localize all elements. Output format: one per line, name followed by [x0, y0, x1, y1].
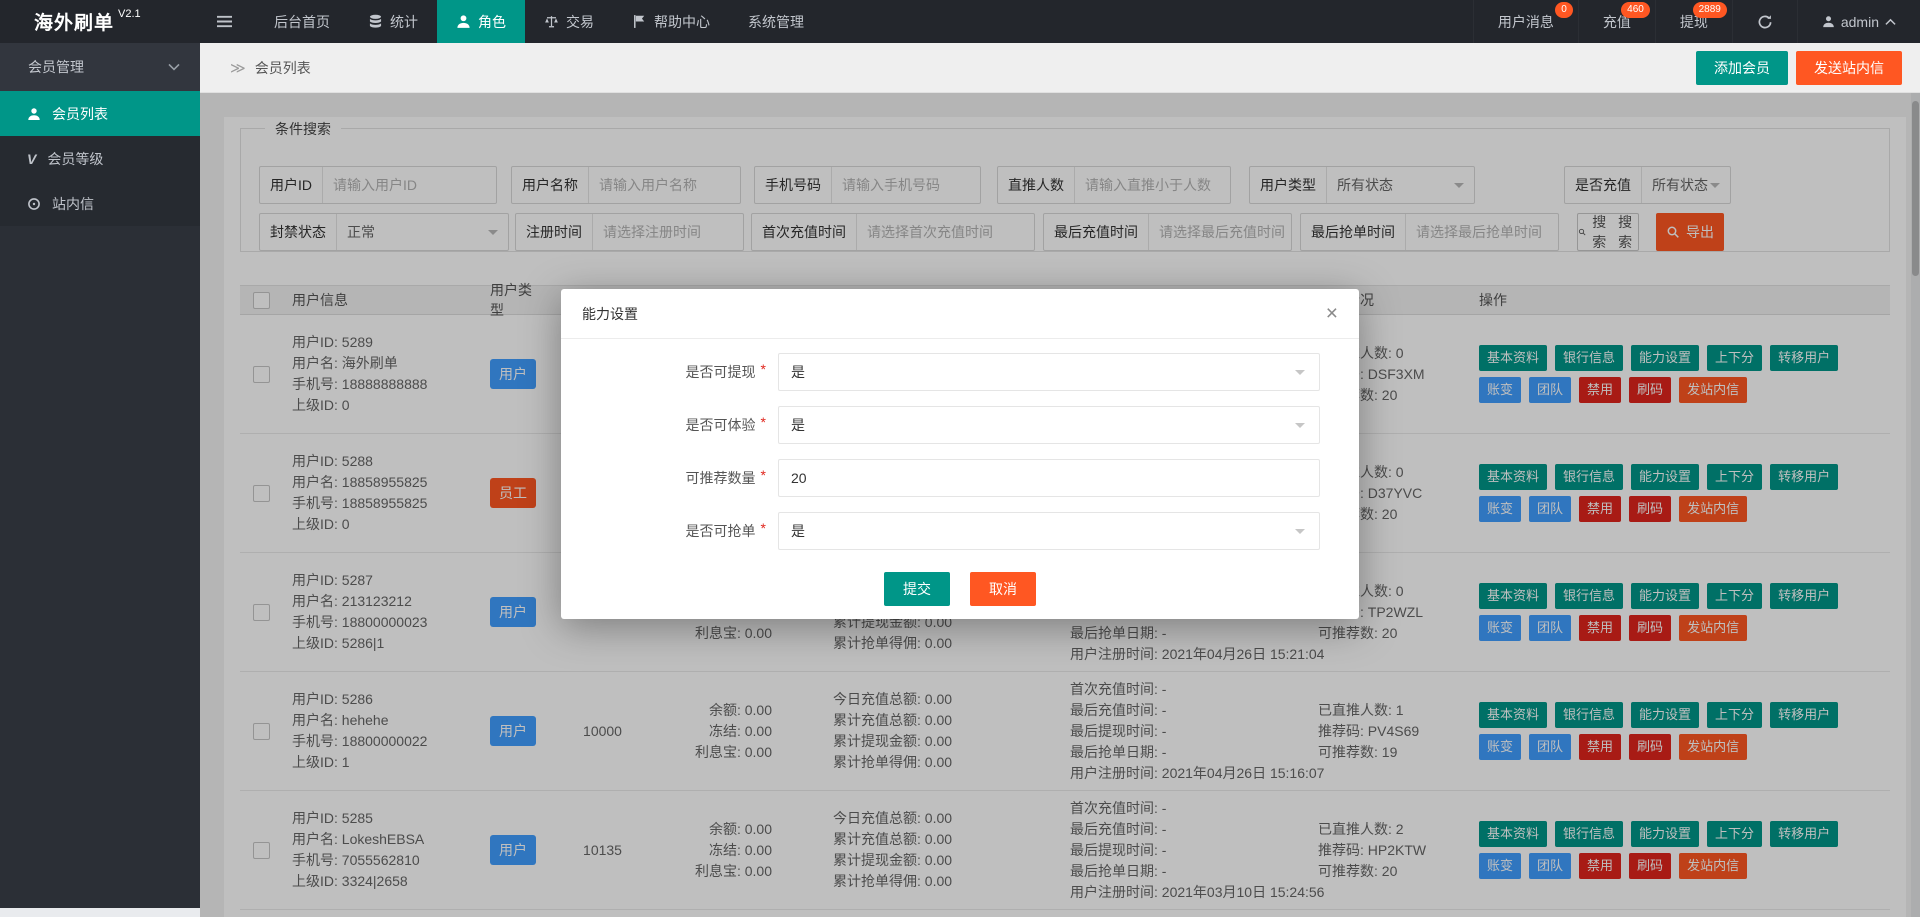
cancel-button[interactable]: 取消 [970, 572, 1036, 606]
nav-item[interactable]: 角色 [437, 0, 525, 43]
database-icon [368, 14, 383, 29]
sidebar: 会员管理 会员列表 V 会员等级站内信 [0, 43, 200, 917]
submit-button[interactable]: 提交 [884, 572, 950, 606]
breadcrumb-bar: ≫ 会员列表 添加会员 发送站内信 [200, 43, 1920, 93]
required-asterisk: * [761, 520, 766, 536]
nav-item-label: 帮助中心 [654, 12, 710, 32]
refresh-icon [1757, 14, 1773, 30]
sidebar-item[interactable]: 站内信 [0, 181, 200, 226]
close-icon[interactable]: × [1326, 303, 1338, 324]
menu-toggle-icon[interactable] [216, 14, 233, 29]
nav-item-label: 角色 [478, 12, 506, 32]
chevup-icon [1885, 18, 1896, 26]
app-title: 海外刷单 [34, 13, 114, 34]
nav-item-label: 后台首页 [274, 12, 330, 32]
caret-down-icon [1295, 370, 1305, 380]
modal-field-label: 是否可抢单 * [561, 512, 766, 550]
required-asterisk: * [761, 467, 766, 483]
required-asterisk: * [761, 361, 766, 377]
user-icon [27, 107, 41, 121]
nav-item[interactable]: 统计 [349, 0, 437, 43]
modal-field-select[interactable]: 是 [778, 353, 1320, 391]
notification-badge: 0 [1555, 2, 1573, 18]
nav-item[interactable]: 系统管理 [729, 0, 823, 43]
modal-field: 是否可提现 * 是 [561, 353, 1359, 391]
refresh-button[interactable] [1732, 0, 1797, 43]
modal-field-label-text: 可推荐数量 [686, 468, 756, 488]
sidebar-group-label: 会员管理 [28, 57, 84, 77]
modal-field-value: 是 [791, 521, 1295, 541]
sidebar-item-label: 站内信 [52, 194, 94, 214]
nav-item-label: 系统管理 [748, 12, 804, 32]
nav-item-label: 统计 [390, 12, 418, 32]
top-nav: 后台首页 统计 角色 交易 帮助中心 系统管理 [255, 0, 823, 43]
modal-field-label-text: 是否可抢单 [686, 521, 756, 541]
nav-item-label: 交易 [566, 12, 594, 32]
sidebar-item-label: 会员列表 [52, 104, 108, 124]
modal-header: 能力设置 × [561, 289, 1359, 339]
modal-field: 可推荐数量 * 20 [561, 459, 1359, 497]
sidebar-item[interactable]: 会员列表 [0, 91, 200, 136]
nav-item[interactable]: 交易 [525, 0, 613, 43]
modal-title: 能力设置 [582, 304, 638, 324]
v-icon: V [27, 152, 36, 166]
add-member-button[interactable]: 添加会员 [1696, 51, 1788, 85]
admin-menu[interactable]: admin [1797, 0, 1920, 43]
user-icon [1822, 15, 1835, 28]
modal-field-value: 是 [791, 415, 1295, 435]
modal-field: 是否可体验 * 是 [561, 406, 1359, 444]
topbar-link[interactable]: 充值460 [1578, 0, 1655, 43]
modal-field-label: 是否可体验 * [561, 406, 766, 444]
topbar-right: 用户消息0充值460提现2889admin [1473, 0, 1920, 43]
admin-username: admin [1841, 14, 1879, 30]
user-icon [456, 14, 471, 29]
modal-field-value: 20 [791, 470, 1319, 486]
modal-field-select[interactable]: 是 [778, 512, 1320, 550]
sidebar-scrollbar[interactable] [0, 908, 200, 917]
caret-down-icon [1295, 529, 1305, 539]
ability-settings-modal: 能力设置 × 是否可提现*是是否可体验*是可推荐数量*20是否可抢单*是 提交 … [561, 289, 1359, 619]
modal-field: 是否可抢单 * 是 [561, 512, 1359, 550]
page-title: 会员列表 [255, 58, 311, 78]
modal-field-value: 是 [791, 362, 1295, 382]
ring-icon [27, 197, 41, 211]
modal-field-label: 是否可提现 * [561, 353, 766, 391]
nav-item[interactable]: 帮助中心 [613, 0, 729, 43]
modal-field-input[interactable]: 20 [778, 459, 1320, 497]
flag-icon [632, 14, 647, 29]
app-logo: 海外刷单 V2.1 [0, 8, 200, 35]
topbar-link[interactable]: 提现2889 [1655, 0, 1732, 43]
sidebar-item[interactable]: V 会员等级 [0, 136, 200, 181]
chevron-down-icon [168, 63, 180, 71]
sidebar-item-label: 会员等级 [47, 149, 103, 169]
topbar-link[interactable]: 用户消息0 [1473, 0, 1578, 43]
modal-field-label: 可推荐数量 * [561, 459, 766, 497]
notification-badge: 460 [1621, 2, 1650, 18]
caret-down-icon [1295, 423, 1305, 433]
modal-field-select[interactable]: 是 [778, 406, 1320, 444]
nav-item[interactable]: 后台首页 [255, 0, 349, 43]
required-asterisk: * [761, 414, 766, 430]
send-site-message-button[interactable]: 发送站内信 [1796, 51, 1902, 85]
app-version: V2.1 [118, 8, 141, 20]
scales-icon [544, 14, 559, 29]
modal-field-label-text: 是否可体验 [686, 415, 756, 435]
topbar: 海外刷单V2.1 后台首页统计角色交易帮助中心系统管理 用户消息0充值460提现… [0, 0, 1920, 43]
topbar-link-label: 用户消息 [1498, 12, 1554, 32]
notification-badge: 2889 [1693, 2, 1727, 18]
modal-field-label-text: 是否可提现 [686, 362, 756, 382]
breadcrumb-icon: ≫ [230, 59, 246, 77]
sidebar-group-member-management[interactable]: 会员管理 [0, 43, 200, 91]
